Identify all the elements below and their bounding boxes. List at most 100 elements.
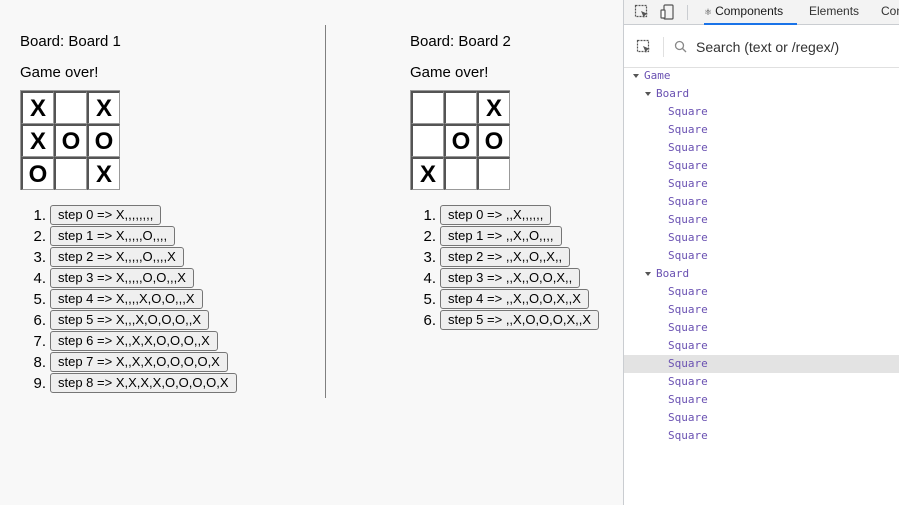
- react-devtools-panel: ⚛Components Elements Con Game Board Squa…: [623, 0, 899, 505]
- square-0[interactable]: X: [21, 91, 54, 124]
- component-name: Square: [668, 357, 708, 370]
- square-8[interactable]: [477, 157, 510, 190]
- component-name: Square: [668, 429, 708, 442]
- tree-node-square[interactable]: Square: [624, 373, 899, 391]
- move-number: 3.: [33, 249, 46, 266]
- tree-node-square-selected[interactable]: Square: [624, 355, 899, 373]
- tree-node-square[interactable]: Square: [624, 157, 899, 175]
- tree-node-game[interactable]: Game: [624, 67, 899, 85]
- devtools-tab-bar: ⚛Components Elements Con: [624, 0, 899, 25]
- board-title: Board: Board 1: [20, 33, 121, 50]
- jump-to-step-button[interactable]: step 8 => X,X,X,X,O,O,O,O,X: [50, 373, 237, 393]
- tree-node-square[interactable]: Square: [624, 193, 899, 211]
- component-name: Square: [668, 411, 708, 424]
- tab-label: Elements: [809, 4, 860, 18]
- move-number: 8.: [33, 354, 46, 371]
- move-item: 6. step 5 => X,,,X,O,O,O,,X: [20, 310, 237, 331]
- jump-to-step-button[interactable]: step 1 => ,,X,,O,,,,: [440, 226, 562, 246]
- device-toolbar-icon[interactable]: [660, 4, 676, 20]
- square-3[interactable]: X: [21, 124, 54, 157]
- square-5[interactable]: O: [87, 124, 120, 157]
- search-input[interactable]: [696, 37, 891, 57]
- component-search-bar: [624, 25, 899, 68]
- tree-node-square[interactable]: Square: [624, 229, 899, 247]
- tree-node-square[interactable]: Square: [624, 337, 899, 355]
- jump-to-step-button[interactable]: step 6 => X,,X,X,O,O,O,,X: [50, 331, 218, 351]
- jump-to-step-button[interactable]: step 2 => ,,X,,O,,X,,: [440, 247, 571, 267]
- tree-node-square[interactable]: Square: [624, 121, 899, 139]
- jump-to-step-button[interactable]: step 0 => ,,X,,,,,,: [440, 205, 552, 225]
- square-6[interactable]: O: [21, 157, 54, 190]
- square-1[interactable]: [54, 91, 87, 124]
- move-item: 3. step 2 => X,,,,,O,,,,X: [20, 247, 237, 268]
- game-board-2: Board: Board 2 Game over! X O O X 1. step…: [410, 33, 600, 331]
- tree-node-square[interactable]: Square: [624, 103, 899, 121]
- component-name: Square: [668, 285, 708, 298]
- square-4[interactable]: O: [54, 124, 87, 157]
- toolbar-separator: [687, 5, 688, 20]
- search-separator: [663, 37, 664, 57]
- tab-components[interactable]: ⚛ Components: [704, 0, 797, 25]
- jump-to-step-button[interactable]: step 5 => X,,,X,O,O,O,,X: [50, 310, 210, 330]
- square-7[interactable]: [54, 157, 87, 190]
- square-3[interactable]: [411, 124, 444, 157]
- tree-node-board[interactable]: Board: [624, 85, 899, 103]
- square-5[interactable]: O: [477, 124, 510, 157]
- square-7[interactable]: [444, 157, 477, 190]
- jump-to-step-button[interactable]: step 0 => X,,,,,,,,: [50, 205, 162, 225]
- tree-node-square[interactable]: Square: [624, 391, 899, 409]
- search-icon: [674, 40, 687, 53]
- tab-elements[interactable]: Elements: [809, 0, 859, 25]
- move-history-list: 1. step 0 => X,,,,,,,, 2. step 1 => X,,,,,…: [20, 205, 237, 394]
- tree-node-square[interactable]: Square: [624, 427, 899, 445]
- tree-node-square[interactable]: Square: [624, 319, 899, 337]
- jump-to-step-button[interactable]: step 4 => X,,,,X,O,O,,,X: [50, 289, 203, 309]
- component-name: Square: [668, 231, 708, 244]
- expand-caret-icon[interactable]: [645, 92, 651, 96]
- square-0[interactable]: [411, 91, 444, 124]
- game-board-1: Board: Board 1 Game over! X X X O O O X …: [20, 33, 237, 394]
- component-tree: Game Board Square Square Square Square S…: [624, 67, 899, 445]
- jump-to-step-button[interactable]: step 3 => ,,X,,O,O,X,,: [440, 268, 581, 288]
- jump-to-step-button[interactable]: step 2 => X,,,,,O,,,,X: [50, 247, 184, 267]
- component-name: Board: [656, 267, 690, 280]
- inspect-element-icon[interactable]: [634, 4, 650, 20]
- tree-node-square[interactable]: Square: [624, 301, 899, 319]
- tree-node-square[interactable]: Square: [624, 283, 899, 301]
- tab-label: Components: [715, 4, 784, 18]
- move-item: 4. step 3 => X,,,,,O,O,,,X: [20, 268, 237, 289]
- select-component-icon[interactable]: [636, 39, 652, 55]
- square-1[interactable]: [444, 91, 477, 124]
- tree-node-square[interactable]: Square: [624, 247, 899, 265]
- square-8[interactable]: X: [87, 157, 120, 190]
- tree-node-square[interactable]: Square: [624, 211, 899, 229]
- move-item: 4. step 3 => ,,X,,O,O,X,,: [410, 268, 599, 289]
- move-number: 7.: [33, 333, 46, 350]
- jump-to-step-button[interactable]: step 1 => X,,,,,O,,,,: [50, 226, 176, 246]
- jump-to-step-button[interactable]: step 5 => ,,X,O,O,O,X,,X: [440, 310, 600, 330]
- move-number: 5.: [33, 291, 46, 308]
- component-name: Square: [668, 303, 708, 316]
- component-name: Square: [668, 177, 708, 190]
- tree-node-square[interactable]: Square: [624, 175, 899, 193]
- tree-node-board[interactable]: Board: [624, 265, 899, 283]
- jump-to-step-button[interactable]: step 7 => X,,X,X,O,O,O,O,X: [50, 352, 228, 372]
- tab-console[interactable]: Con: [881, 0, 899, 25]
- move-history-list: 1. step 0 => ,,X,,,,,, 2. step 1 => ,,X,,O…: [410, 205, 600, 331]
- tree-node-square[interactable]: Square: [624, 139, 899, 157]
- tree-node-square[interactable]: Square: [624, 409, 899, 427]
- move-item: 5. step 4 => ,,X,,O,O,X,,X: [410, 289, 599, 310]
- expand-caret-icon[interactable]: [633, 74, 639, 78]
- expand-caret-icon[interactable]: [645, 272, 651, 276]
- move-number: 5.: [423, 291, 436, 308]
- square-2[interactable]: X: [87, 91, 120, 124]
- square-4[interactable]: O: [444, 124, 477, 157]
- component-name: Square: [668, 393, 708, 406]
- board-divider: [325, 25, 326, 398]
- square-6[interactable]: X: [411, 157, 444, 190]
- component-name: Square: [668, 141, 708, 154]
- move-number: 2.: [423, 228, 436, 245]
- jump-to-step-button[interactable]: step 3 => X,,,,,O,O,,,X: [50, 268, 194, 288]
- square-2[interactable]: X: [477, 91, 510, 124]
- jump-to-step-button[interactable]: step 4 => ,,X,,O,O,X,,X: [440, 289, 589, 309]
